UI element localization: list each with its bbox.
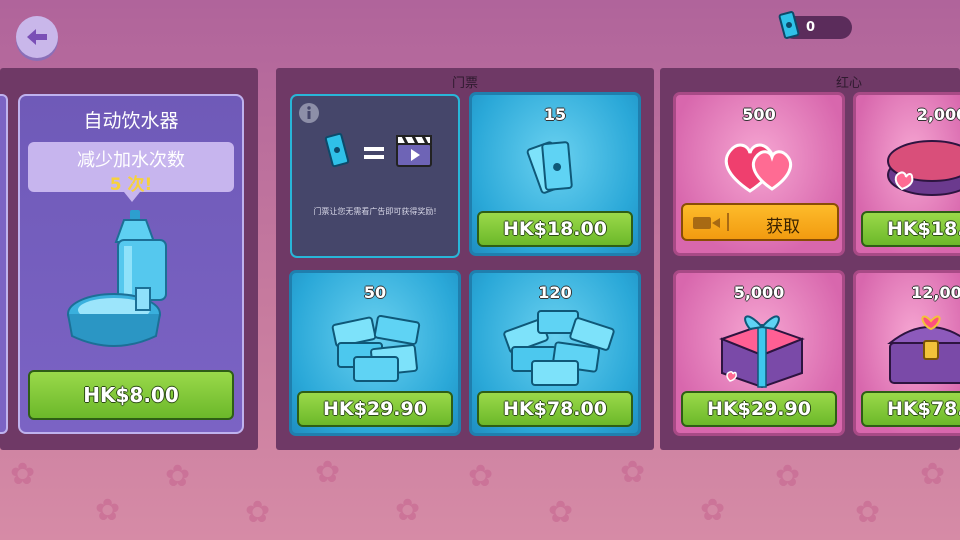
ticket-icon [324, 132, 350, 168]
info-icon[interactable] [298, 102, 320, 124]
back-arrow-icon [27, 29, 47, 45]
gift-box-icon [719, 315, 805, 389]
treasure-chest-icon [887, 315, 960, 384]
heart-price-button[interactable]: HK$78.00 [861, 391, 960, 427]
ticket-info-text: 门票让您无需看广告即可获得奖励! [313, 207, 437, 216]
equals-icon [364, 147, 384, 159]
feature-description-bubble: 减少加水次数 5 次! [28, 142, 234, 202]
heart-quantity: 2,000 [916, 105, 960, 124]
heart-price-button[interactable]: HK$29.90 [681, 391, 837, 427]
ticket-price-button[interactable]: HK$78.00 [477, 391, 633, 427]
ad-divider [727, 213, 729, 231]
heart-box-icon [887, 140, 960, 196]
ticket-count: 0 [806, 20, 816, 35]
back-button[interactable] [16, 16, 58, 58]
ticket-currency-counter: 0 [778, 11, 852, 39]
ticket-icon [778, 11, 800, 39]
heart-offer-card[interactable]: 2,000 HK$18.00 [853, 92, 960, 256]
heart-offer-card[interactable]: 5,000 HK$29.90 [673, 270, 845, 436]
ticket-quantity: 15 [543, 105, 567, 124]
heart-price-button[interactable]: HK$18.00 [861, 211, 960, 247]
water-dispenser-icon [67, 210, 167, 347]
heart-quantity: 500 [742, 105, 776, 124]
feature-title: 自动饮水器 [83, 110, 179, 132]
flower-pattern-background: ✿ ✿ ✿ ✿ ✿ ✿ ✿ ✿ ✿ ✿ ✿ ✿ ✿ [10, 455, 946, 530]
ticket-offer-card[interactable]: 120 HK$78.00 [469, 270, 641, 436]
ticket-info-card: 门票让您无需看广告即可获得奖励! [290, 94, 460, 258]
clapperboard-icon [396, 135, 432, 167]
ticket-pile-icon [503, 310, 615, 386]
hearts-section-label: 红心 [835, 76, 862, 91]
bubble-line1: 减少加水次数 [77, 150, 185, 171]
heart-offer-card[interactable]: 12,000 HK$78.00 [853, 270, 960, 436]
heart-quantity: 12,000 [911, 283, 960, 302]
heart-offer-card[interactable]: 500 获取 [673, 92, 845, 256]
ticket-price-button[interactable]: HK$18.00 [477, 211, 633, 247]
watch-ad-label: 获取 [766, 217, 800, 237]
heart-icon [724, 143, 793, 193]
heart-quantity: 5,000 [733, 283, 785, 302]
ticket-quantity: 120 [538, 283, 572, 302]
previous-card-edge[interactable] [0, 94, 8, 434]
water-dispenser-card[interactable]: 自动饮水器 减少加水次数 5 次! HK$8.00 [18, 94, 244, 434]
ticket-pack-icon [526, 141, 573, 194]
ticket-offer-card[interactable]: 15 HK$18.00 [469, 92, 641, 256]
ticket-price-button[interactable]: HK$29.90 [297, 391, 453, 427]
ticket-stack-icon [331, 314, 421, 382]
bubble-line2: 5 次! [109, 175, 153, 195]
tickets-section-label: 门票 [451, 76, 478, 91]
feature-price-button[interactable]: HK$8.00 [28, 370, 234, 420]
video-camera-icon [693, 217, 720, 229]
watch-ad-button[interactable]: 获取 [681, 203, 839, 241]
ticket-offer-card[interactable]: 50 HK$29.90 [289, 270, 461, 436]
ticket-quantity: 50 [363, 283, 387, 302]
